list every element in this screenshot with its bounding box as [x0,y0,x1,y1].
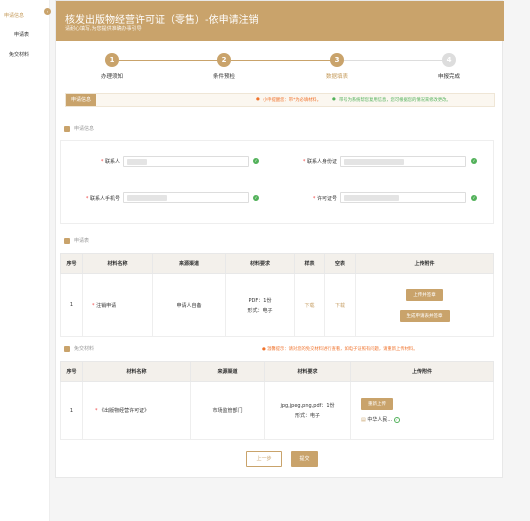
left-nav: 申请信息 申请表 免交材料 › [0,0,51,521]
license-number-input[interactable] [340,192,466,203]
tip-required: 小申提醒您：带*为必填材料。 [263,98,322,103]
free-materials-table: 序号 材料名称 来源渠道 材料要求 上传附件 1 * 《出版物经营许可证》 市场… [60,361,494,440]
step-3-label: 数据填表 [325,74,348,80]
column-header: 材料名称 [82,361,191,382]
contact-name-label: * 联系人 [100,159,120,165]
form-section-heading: 申请表 [64,237,89,244]
info-icon: ● [256,97,260,102]
material-requirement: PDF：1份 形式：电子 [225,273,295,337]
sample-download-link[interactable]: 下载 [294,273,325,337]
upload-sign-button[interactable]: 上传并签章 [406,288,443,301]
column-header: 来源渠道 [190,361,265,382]
step-connector [344,60,448,61]
contact-id-label: * 联系人身份证 [302,159,337,165]
upload-cell: 重新上传 ▤ 中华人民... ✓ [350,381,494,440]
step-4-circle: 4 [442,53,456,67]
page-subtitle: 请耐心填写,为您提供准确办事引导 [65,26,142,32]
step-2-label: 条件预检 [212,74,235,80]
step-2-circle: 2 [217,53,231,67]
check-icon: ✓ [471,158,477,164]
column-header: 来源渠道 [152,253,226,274]
section-tag: 申请信息 [66,94,97,106]
check-icon: ● [332,97,336,102]
tip-reuse: 带号为系统帮您复用信息，您可根据您的情况来修改更改。 [339,98,451,103]
column-header: 样表 [294,253,325,274]
free-materials-tip: ● 温馨提示：请对您的免交材料进行查看，如电子证照有问题，请重新上传材料。 [262,347,418,352]
step-connector [231,60,334,61]
column-header: 上传附件 [350,361,494,382]
material-name: * 《出版物经营许可证》 [82,381,191,440]
row-index: 1 [60,381,83,440]
document-icon [64,237,70,244]
free-materials-section-heading: 免交材料 [64,345,94,352]
nav-item-free-materials[interactable]: 免交材料 [9,51,29,58]
file-name[interactable]: 中华人民... [367,417,392,423]
nav-item-application-info[interactable]: 申请信息 [4,12,24,19]
contact-phone-label: * 联系人手机号 [85,196,120,202]
column-header: 材料要求 [264,361,351,382]
table-row: 1 * 《出版物经营许可证》 市场监管部门 jpg,jpeg,png,pdf：1… [60,381,494,440]
file-icon: ▤ [361,417,366,423]
upload-cell: 上传并签章 生成申请表并签章 [355,273,494,337]
blank-download-link[interactable]: 下载 [324,273,356,337]
check-icon: ✓ [393,417,400,423]
material-source: 申请人自备 [152,273,226,337]
license-number-label: * 许可证号 [312,196,337,202]
folder-icon [64,345,70,352]
column-header: 空表 [324,253,356,274]
column-header: 上传附件 [355,253,494,274]
column-header: 材料要求 [225,253,295,274]
tip-bar: 申请信息 ● 小申提醒您：带*为必填材料。 ● 带号为系统帮您复用信息，您可根据… [65,93,495,107]
column-header: 材料名称 [82,253,153,274]
contact-id-input[interactable] [340,156,466,167]
column-header: 序号 [60,253,83,274]
generate-form-button[interactable]: 生成申请表并签章 [399,309,450,322]
chevron-right-icon[interactable]: › [44,8,51,15]
user-icon [64,125,70,132]
check-icon: ✓ [253,158,259,164]
nav-item-form[interactable]: 申请表 [14,31,29,38]
applicant-section-heading: 申请信息 [64,125,94,132]
column-header: 序号 [60,361,83,382]
step-connector [119,60,221,61]
table-header-row: 序号 材料名称 来源渠道 材料要求 上传附件 [60,361,494,382]
material-name: * 注销申请 [82,273,153,337]
check-icon: ✓ [471,195,477,201]
form-table: 序号 材料名称 来源渠道 材料要求 样表 空表 上传附件 1 * 注销申请 申请… [60,253,494,337]
row-index: 1 [60,273,83,337]
table-header-row: 序号 材料名称 来源渠道 材料要求 样表 空表 上传附件 [60,253,494,274]
material-source: 市场监管部门 [190,381,265,440]
material-requirement: jpg,jpeg,png,pdf：1份 形式：电子 [264,381,351,440]
step-1-circle: 1 [105,53,119,67]
page-header: 核发出版物经营许可证（零售）-依申请注销 请耐心填写,为您提供准确办事引导 [56,1,504,41]
table-row: 1 * 注销申请 申请人自备 PDF：1份 形式：电子 下载 下载 上传并签章 生… [60,273,494,337]
contact-phone-input[interactable] [123,192,249,203]
check-icon: ✓ [253,195,259,201]
contact-name-input[interactable] [123,156,249,167]
step-4-label: 申报完成 [437,74,460,80]
submit-button[interactable]: 提交 [291,451,318,467]
prev-step-button[interactable]: 上一步 [246,451,282,467]
applicant-form [60,140,494,224]
reupload-button[interactable]: 重新上传 [361,398,393,410]
step-3-circle: 3 [330,53,344,67]
step-1-label: 办理须知 [100,74,123,80]
page-title: 核发出版物经营许可证（零售）-依申请注销 [65,15,259,26]
